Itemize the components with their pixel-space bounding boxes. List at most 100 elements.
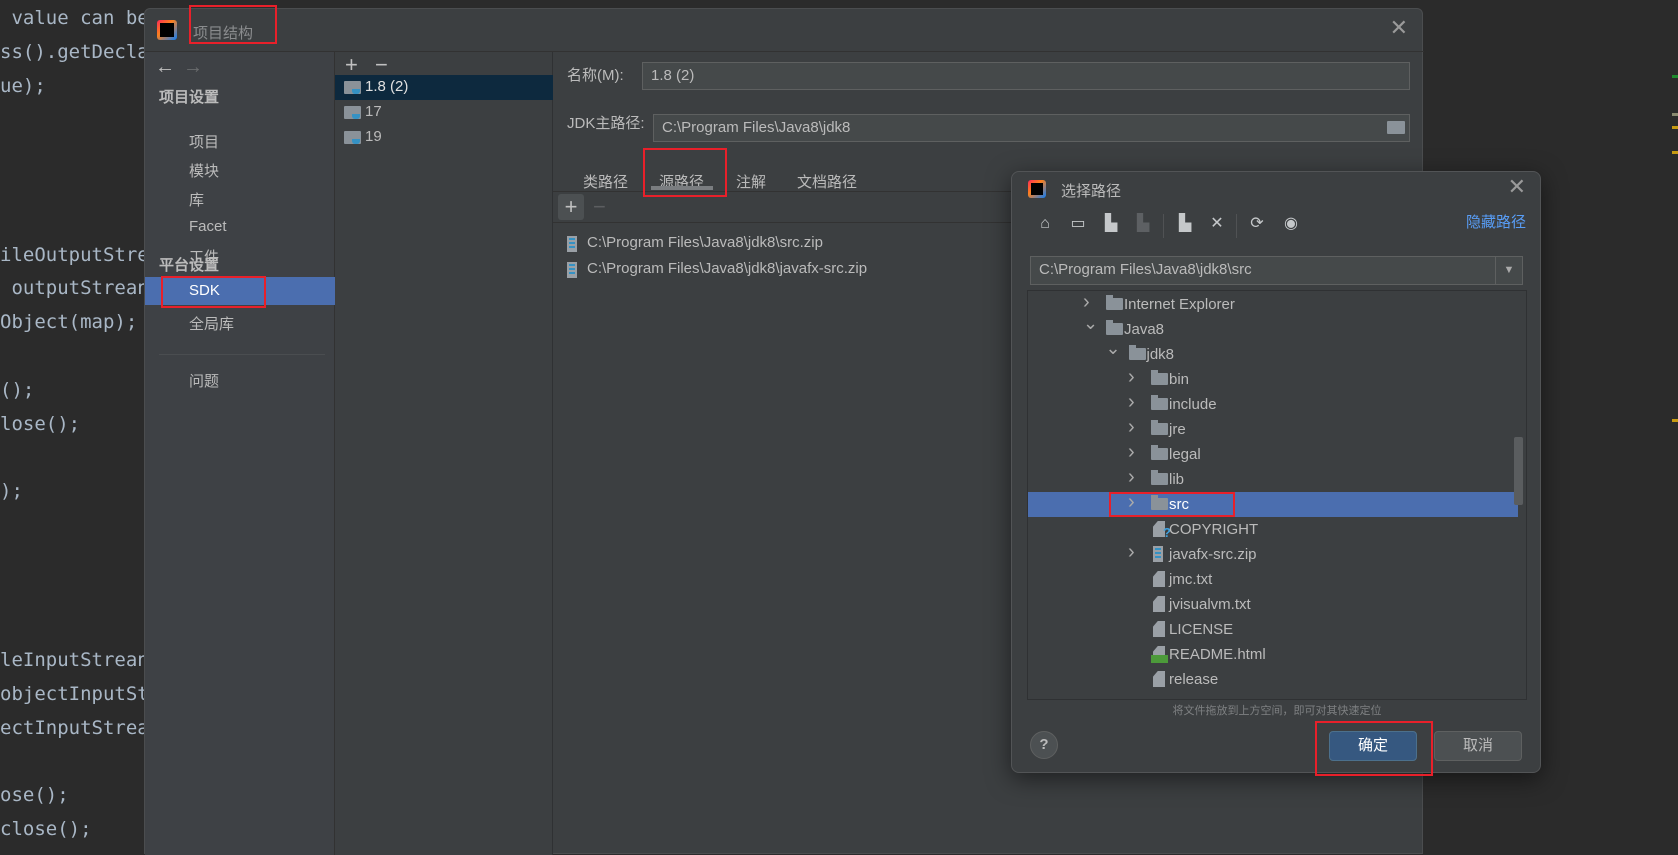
tree-node[interactable]: README.html (1028, 642, 1518, 667)
tree-node[interactable]: › lib (1028, 465, 1518, 492)
tree-node-label: jre (1169, 421, 1186, 438)
gutter-mark[interactable] (1672, 126, 1678, 129)
new-folder-icon[interactable]: ▙ (1175, 214, 1195, 234)
add-source-path-button[interactable]: + (558, 194, 584, 220)
tab[interactable]: 文档路径 (797, 171, 857, 192)
tree-node-label: Java8 (1124, 321, 1165, 338)
editor-gutter-marks (1672, 0, 1678, 854)
code-line: ss().getDecla (0, 40, 149, 63)
tree-node[interactable]: ? COPYRIGHT (1028, 517, 1518, 542)
tab[interactable]: 注解 (736, 171, 766, 192)
path-combobox[interactable]: C:\Program Files\Java8\jdk8\src (1030, 256, 1523, 285)
tree-node[interactable]: release (1028, 667, 1518, 692)
zip-archive-icon (567, 236, 577, 252)
close-icon[interactable]: ✕ (1390, 15, 1408, 41)
java-cup-icon (352, 89, 360, 94)
chevron-right-icon[interactable]: › (1128, 540, 1135, 565)
chevron-down-icon[interactable]: ⌄ (1106, 336, 1121, 361)
code-line: ose(); (0, 784, 69, 807)
show-hidden-icon[interactable]: ◉ (1281, 214, 1301, 234)
chevron-right-icon[interactable]: › (1128, 390, 1135, 415)
tree-node[interactable]: jmc.txt (1028, 567, 1518, 592)
module-folder-icon[interactable]: ▙ (1133, 214, 1153, 234)
code-line: objectInputSt (0, 683, 149, 705)
chevron-down-icon[interactable]: ▼ (1495, 257, 1522, 284)
tree-node[interactable]: › legal (1028, 440, 1518, 467)
gutter-mark[interactable] (1672, 75, 1678, 78)
divider (159, 354, 325, 355)
code-line: ileOutputStre (0, 243, 149, 266)
browse-folder-icon[interactable] (1387, 121, 1405, 134)
sidebar-item[interactable]: Facet (189, 218, 227, 235)
tree-node[interactable]: › src (1028, 490, 1518, 517)
tab[interactable]: 类路径 (583, 171, 628, 192)
code-line: ue); (0, 74, 46, 97)
sdk-name: 1.8 (2) (365, 78, 409, 95)
sidebar-item[interactable]: 项目 (189, 131, 219, 152)
sdk-list-item[interactable]: 1.8 (2) (335, 75, 553, 100)
sidebar-item[interactable]: 库 (189, 189, 204, 210)
sidebar-item-problems[interactable]: 问题 (189, 370, 219, 391)
tree-node[interactable]: ⌄ Java8 (1028, 313, 1518, 342)
chevron-down-icon[interactable]: ⌄ (1083, 311, 1098, 336)
forward-arrow-icon[interactable]: → (183, 56, 203, 79)
folder-icon (1151, 495, 1168, 510)
back-arrow-icon[interactable]: ← (155, 56, 175, 79)
tree-node[interactable]: LICENSE (1028, 617, 1518, 642)
html-badge (1151, 655, 1168, 663)
chevron-right-icon[interactable]: › (1128, 440, 1135, 465)
tree-node-label: COPYRIGHT (1169, 521, 1259, 538)
code-line: lose(); (0, 412, 81, 435)
chevron-right-icon[interactable]: › (1128, 490, 1135, 515)
home-icon[interactable]: ⌂ (1035, 214, 1055, 234)
tree-scrollbar[interactable] (1514, 437, 1523, 505)
chevron-right-icon[interactable]: › (1128, 465, 1135, 490)
sdk-list-item[interactable]: 17 (335, 100, 553, 125)
cancel-button[interactable]: 取消 (1434, 731, 1522, 761)
name-input[interactable]: 1.8 (2) (642, 62, 1410, 90)
tree-node-label: Internet Explorer (1124, 296, 1235, 313)
hide-path-link[interactable]: 隐藏路径 (1466, 211, 1526, 232)
tree-node[interactable]: › bin (1028, 365, 1518, 392)
tree-node[interactable]: ⌄ jdk8 (1028, 338, 1518, 367)
chevron-right-icon[interactable]: › (1128, 415, 1135, 440)
java-cup-icon (352, 114, 360, 119)
sidebar-item-sdk[interactable]: SDK (145, 277, 335, 305)
gutter-mark[interactable] (1672, 151, 1678, 154)
tree-node[interactable]: jvisualvm.txt (1028, 592, 1518, 617)
close-icon[interactable]: ✕ (1508, 174, 1526, 200)
tree-node[interactable]: › javafx-src.zip (1028, 540, 1518, 567)
source-path-entry[interactable]: C:\Program Files\Java8\jdk8\src.zip (587, 234, 823, 251)
tree-node[interactable]: › jre (1028, 415, 1518, 442)
desktop-icon[interactable]: ▭ (1068, 214, 1088, 234)
folder-icon (1151, 370, 1168, 385)
sidebar-item[interactable]: 模块 (189, 160, 219, 181)
code-line: outputStrean (0, 277, 149, 300)
project-folder-icon[interactable]: ▙ (1101, 214, 1121, 234)
code-line: (); (0, 378, 35, 401)
sidebar-item-global-libraries[interactable]: 全局库 (189, 313, 234, 334)
gutter-mark[interactable] (1672, 113, 1678, 116)
select-path-dialog: 选择路径 ✕ ⌂ ▭ ▙ ▙ ▙ ✕ ⟳ ◉ 隐藏路径 C:\Program F… (1011, 171, 1541, 776)
gutter-mark[interactable] (1672, 419, 1678, 422)
tree-node[interactable]: › Internet Explorer (1028, 291, 1518, 317)
help-button[interactable]: ? (1030, 731, 1058, 759)
code-line: leInputStrean (0, 649, 149, 672)
sdk-list-item[interactable]: 19 (335, 125, 553, 150)
tree-node[interactable]: › include (1028, 390, 1518, 417)
tree-node-label: jmc.txt (1169, 571, 1213, 588)
ok-button[interactable]: 确定 (1329, 731, 1417, 761)
name-label: 名称(M): (567, 67, 624, 84)
jdk-home-input[interactable]: C:\Program Files\Java8\jdk8 (653, 114, 1410, 142)
refresh-icon[interactable]: ⟳ (1247, 214, 1267, 234)
dialog-title: 项目结构 (193, 25, 254, 42)
chevron-right-icon[interactable]: › (1128, 365, 1135, 390)
project-settings-header: 项目设置 (159, 89, 220, 106)
delete-icon[interactable]: ✕ (1207, 214, 1227, 234)
source-path-entry[interactable]: C:\Program Files\Java8\jdk8\javafx-src.z… (587, 260, 867, 277)
remove-source-path-button[interactable]: − (593, 194, 606, 220)
tree-node-label: src (1169, 496, 1189, 513)
text-file-icon (1153, 596, 1165, 612)
folder-icon (1106, 320, 1123, 335)
sidebar-item[interactable]: 工件 (189, 246, 219, 267)
